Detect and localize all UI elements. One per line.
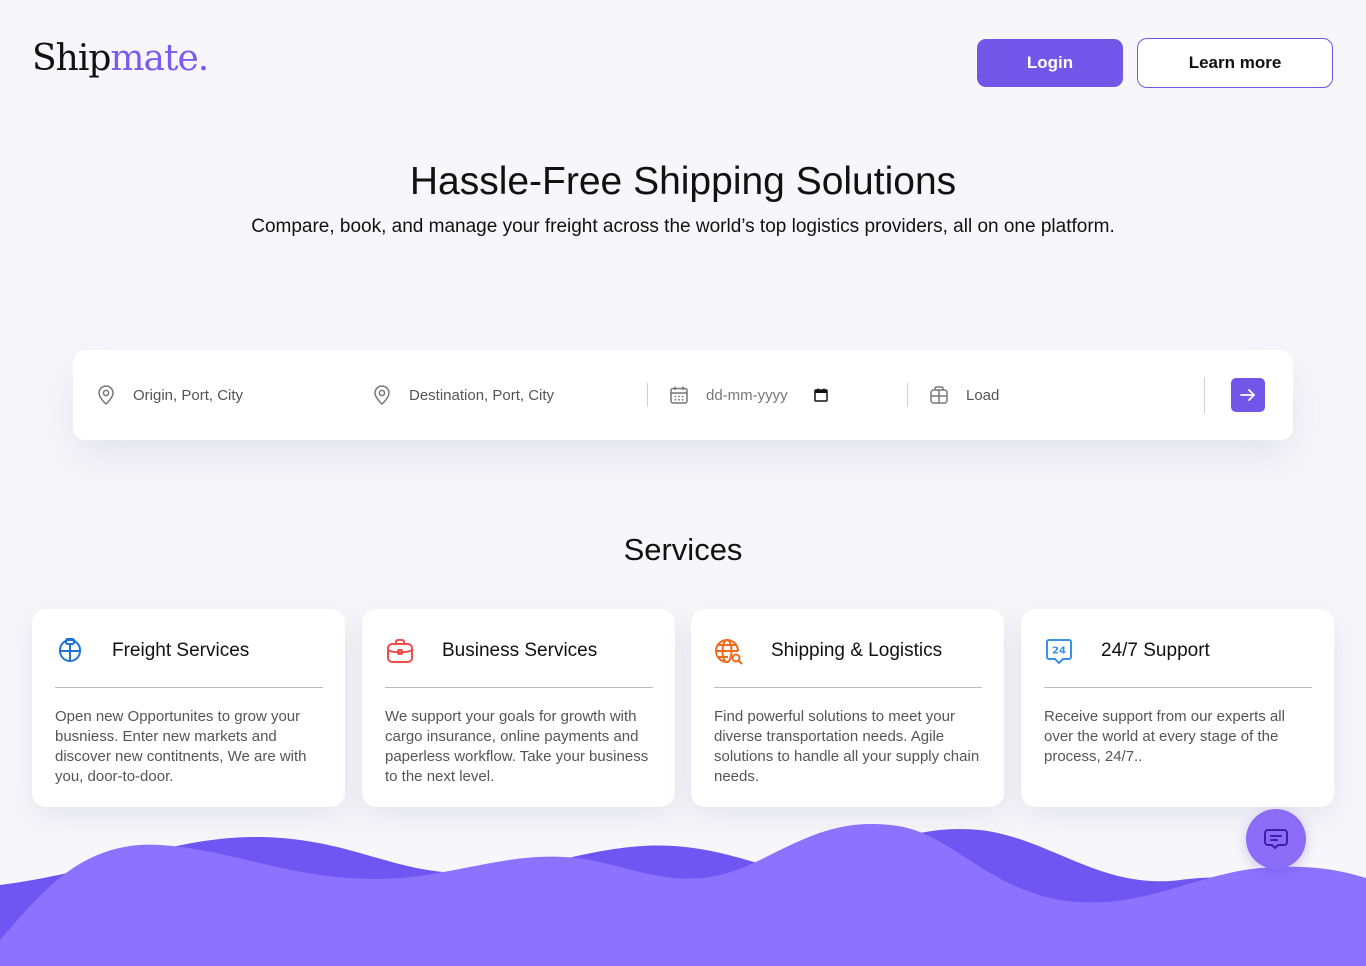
logo[interactable]: Shipmate. [32, 38, 209, 79]
origin-field[interactable]: Origin, Port, City [95, 350, 355, 440]
location-pin-icon [95, 384, 117, 406]
ship-icon [54, 635, 86, 667]
origin-placeholder: Origin, Port, City [133, 386, 244, 404]
divider [55, 687, 323, 688]
service-card-description: We support your goals for growth with ca… [385, 708, 649, 785]
divider [1204, 377, 1205, 413]
load-icon [928, 384, 950, 406]
location-pin-icon [371, 384, 393, 406]
service-card-description: Open new Opportunites to grow your busni… [55, 708, 307, 785]
logo-main-text: Ship [32, 38, 111, 79]
hero-title: Hassle-Free Shipping Solutions [409, 160, 957, 203]
globe-search-icon [713, 635, 745, 667]
chat-button[interactable] [1246, 809, 1306, 869]
services-title: Services [623, 532, 743, 567]
service-card-freight[interactable]: Freight Services Open new Opportunites t… [32, 609, 345, 807]
divider [907, 383, 908, 407]
service-card-description: Find powerful solutions to meet your div… [714, 708, 980, 785]
date-field[interactable]: dd-mm-yyyy [668, 350, 888, 440]
service-card-support[interactable]: 24 24/7 Support Receive support from our… [1021, 609, 1334, 807]
calendar-icon [668, 384, 690, 406]
divider [1044, 687, 1312, 688]
service-card-business[interactable]: Business Services We support your goals … [362, 609, 675, 807]
divider [647, 383, 648, 407]
login-button[interactable]: Login [977, 39, 1123, 87]
learn-more-button[interactable]: Learn more [1137, 38, 1333, 88]
service-card-title: Shipping & Logistics [771, 640, 943, 661]
service-card-title: Business Services [442, 640, 598, 661]
date-picker-icon[interactable] [813, 388, 828, 402]
logo-accent-text: mate. [110, 38, 209, 79]
arrow-right-icon [1239, 387, 1257, 403]
destination-field[interactable]: Destination, Port, City [371, 350, 641, 440]
service-card-description: Receive support from our experts all ove… [1044, 708, 1285, 765]
load-placeholder: Load [966, 386, 1000, 404]
service-card-shipping[interactable]: Shipping & Logistics Find powerful solut… [691, 609, 1004, 807]
service-card-title: Freight Services [112, 640, 250, 661]
load-field[interactable]: Load [928, 350, 1198, 440]
chat-icon [1263, 826, 1289, 852]
divider [385, 687, 653, 688]
svg-text:24: 24 [1052, 646, 1066, 657]
briefcase-icon [384, 635, 416, 667]
search-bar: Origin, Port, City Destination, Port, Ci… [73, 350, 1293, 440]
hero-subtitle: Compare, book, and manage your freight a… [251, 216, 1115, 237]
destination-placeholder: Destination, Port, City [409, 386, 555, 404]
support-24-icon: 24 [1043, 635, 1075, 667]
service-card-title: 24/7 Support [1101, 640, 1210, 661]
divider [714, 687, 982, 688]
decorative-waves [0, 824, 1366, 966]
search-submit-button[interactable] [1231, 378, 1265, 412]
date-placeholder: dd-mm-yyyy [706, 386, 788, 404]
